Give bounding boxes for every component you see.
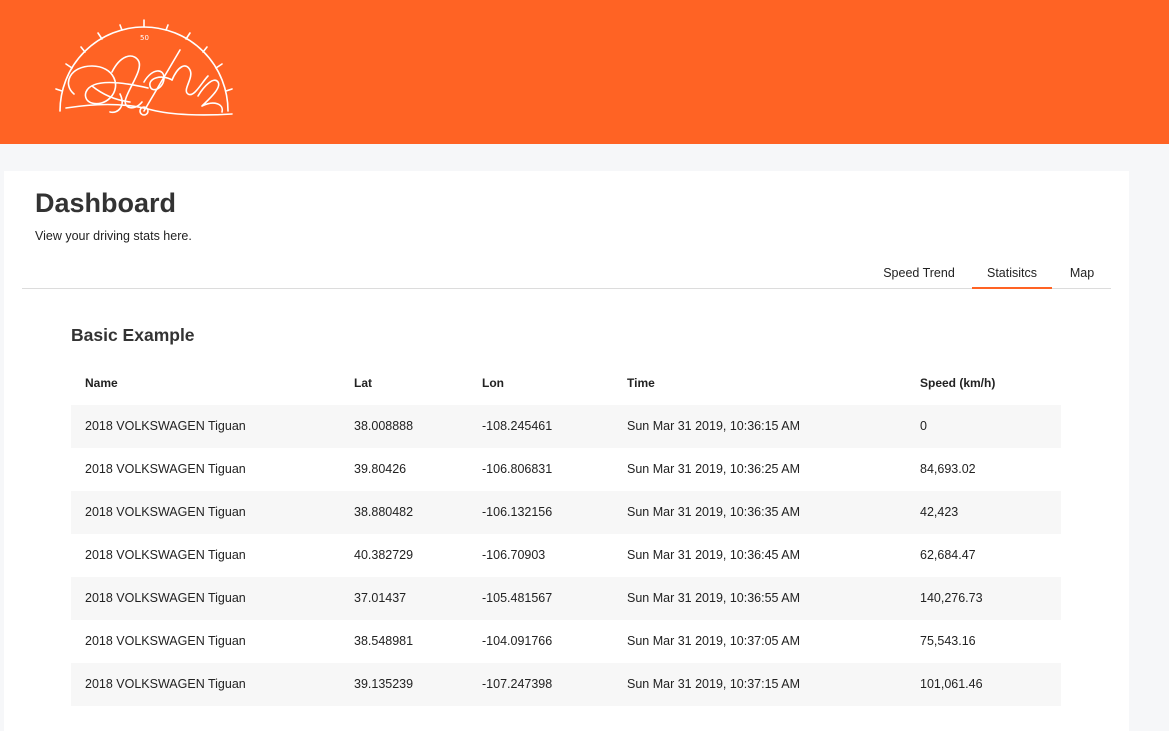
table-row[interactable]: 2018 VOLKSWAGEN Tiguan 39.135239 -107.24… [71, 663, 1061, 706]
cell-time: Sun Mar 31 2019, 10:36:25 AM [627, 462, 801, 476]
app-header: 50 [0, 0, 1169, 144]
table-title: Basic Example [71, 325, 195, 345]
logo-speed-label: 50 [140, 34, 149, 42]
cell-lon: -106.132156 [482, 505, 553, 519]
cell-speed: 101,061.46 [920, 677, 983, 691]
table-row[interactable]: 2018 VOLKSWAGEN Tiguan 38.880482 -106.13… [71, 491, 1061, 534]
cell-time: Sun Mar 31 2019, 10:36:55 AM [627, 591, 801, 605]
cell-lon: -104.091766 [482, 634, 553, 648]
cell-name: 2018 VOLKSWAGEN Tiguan [85, 462, 246, 476]
dashboard-card: Dashboard View your driving stats here. … [4, 171, 1129, 731]
table-row[interactable]: 2018 VOLKSWAGEN Tiguan 39.80426 -106.806… [71, 448, 1061, 491]
cell-name: 2018 VOLKSWAGEN Tiguan [85, 591, 246, 605]
table-row[interactable]: 2018 VOLKSWAGEN Tiguan 38.548981 -104.09… [71, 620, 1061, 663]
cell-name: 2018 VOLKSWAGEN Tiguan [85, 677, 246, 691]
column-header-speed[interactable]: Speed (km/h) [920, 363, 995, 403]
cell-lon: -106.806831 [482, 462, 553, 476]
table-row[interactable]: 2018 VOLKSWAGEN Tiguan 37.01437 -105.481… [71, 577, 1061, 620]
cell-lon: -106.70903 [482, 548, 546, 562]
cell-speed: 42,423 [920, 505, 959, 519]
cell-time: Sun Mar 31 2019, 10:36:15 AM [627, 419, 801, 433]
table-row[interactable]: 2018 VOLKSWAGEN Tiguan 40.382729 -106.70… [71, 534, 1061, 577]
page-subtitle: View your driving stats here. [35, 229, 192, 243]
cell-lat: 38.008888 [354, 419, 414, 433]
cell-time: Sun Mar 31 2019, 10:37:15 AM [627, 677, 801, 691]
cell-name: 2018 VOLKSWAGEN Tiguan [85, 505, 246, 519]
stats-table: Name Lat Lon Time Speed (km/h) 2018 VOLK… [71, 363, 1061, 706]
column-header-name[interactable]: Name [85, 363, 118, 403]
tab-speed-trend[interactable]: Speed Trend [878, 257, 960, 288]
cell-lat: 38.548981 [354, 634, 414, 648]
cell-lat: 38.880482 [354, 505, 414, 519]
cell-lat: 39.80426 [354, 462, 407, 476]
column-header-lon[interactable]: Lon [482, 363, 504, 403]
cell-name: 2018 VOLKSWAGEN Tiguan [85, 634, 246, 648]
cell-time: Sun Mar 31 2019, 10:36:45 AM [627, 548, 801, 562]
table-header-row: Name Lat Lon Time Speed (km/h) [71, 363, 1061, 405]
cell-name: 2018 VOLKSWAGEN Tiguan [85, 548, 246, 562]
cell-lat: 39.135239 [354, 677, 414, 691]
cell-speed: 84,693.02 [920, 462, 976, 476]
cell-speed: 62,684.47 [920, 548, 976, 562]
cell-lat: 40.382729 [354, 548, 414, 562]
cell-time: Sun Mar 31 2019, 10:36:35 AM [627, 505, 801, 519]
cell-name: 2018 VOLKSWAGEN Tiguan [85, 419, 246, 433]
page-title: Dashboard [35, 188, 177, 218]
cell-speed: 140,276.73 [920, 591, 983, 605]
cell-lon: -107.247398 [482, 677, 553, 691]
cell-lon: -108.245461 [482, 419, 553, 433]
cell-speed: 75,543.16 [920, 634, 976, 648]
tab-map[interactable]: Map [1062, 257, 1102, 288]
table-row[interactable]: 2018 VOLKSWAGEN Tiguan 38.008888 -108.24… [71, 405, 1061, 448]
column-header-time[interactable]: Time [627, 363, 655, 403]
speedometer-signature-logo-icon[interactable]: 50 [52, 16, 237, 124]
cell-lat: 37.01437 [354, 591, 407, 605]
column-header-lat[interactable]: Lat [354, 363, 372, 403]
cell-time: Sun Mar 31 2019, 10:37:05 AM [627, 634, 801, 648]
tab-statistics[interactable]: Statisitcs [972, 257, 1052, 289]
cell-lon: -105.481567 [482, 591, 553, 605]
tab-bar: Speed Trend Statisitcs Map [22, 257, 1111, 289]
cell-speed: 0 [920, 419, 927, 433]
